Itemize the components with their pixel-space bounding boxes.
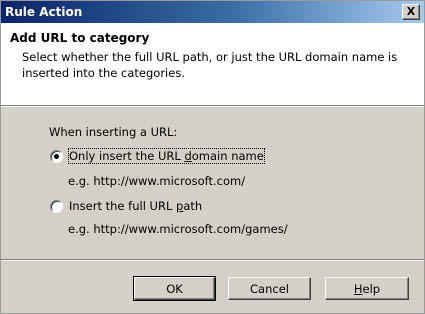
close-button[interactable]: X: [402, 4, 420, 20]
insert-url-group-label: When inserting a URL:: [49, 125, 178, 139]
full-path-example: e.g. http://www.microsoft.com/games/: [68, 222, 288, 236]
domain-name-example: e.g. http://www.microsoft.com/: [68, 174, 246, 188]
button-separator: [1, 259, 424, 261]
dialog-header: Add URL to category Select whether the f…: [1, 23, 424, 106]
cancel-button[interactable]: Cancel: [228, 277, 311, 300]
ok-button[interactable]: OK: [133, 276, 216, 301]
title-bar[interactable]: Rule Action X: [1, 1, 424, 23]
full-path-radio-label[interactable]: Insert the full URL path: [69, 199, 202, 213]
full-path-option[interactable]: Insert the full URL path: [50, 199, 202, 213]
window-title: Rule Action: [5, 5, 83, 19]
rule-action-dialog: Rule Action X Add URL to category Select…: [0, 0, 425, 314]
help-button[interactable]: Help: [325, 277, 409, 300]
header-title: Add URL to category: [10, 31, 150, 45]
domain-name-radio-label[interactable]: Only insert the URL domain name: [68, 148, 265, 164]
full-path-radio[interactable]: [50, 199, 63, 213]
domain-name-radio[interactable]: [50, 149, 63, 163]
domain-name-option[interactable]: Only insert the URL domain name: [50, 148, 265, 164]
close-icon: X: [406, 5, 416, 18]
header-description: Select whether the full URL path, or jus…: [22, 50, 398, 80]
